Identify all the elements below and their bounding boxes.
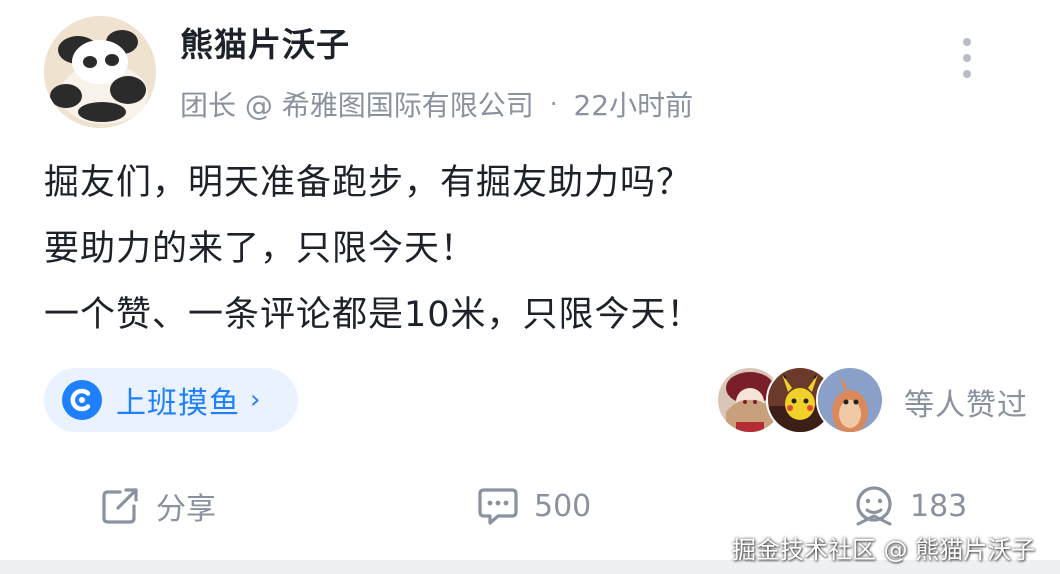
like-button[interactable]: 183 [852,482,967,530]
chevron-right-icon: › [250,385,261,415]
share-label: 分享 [156,492,216,527]
content-line: 掘友们，明天准备跑步，有掘友助力吗？ [44,163,693,203]
content-line: 要助力的来了，只限今天！ [44,229,477,269]
like-count: 183 [910,488,968,524]
author-title: 团长 @ 希雅图国际有限公司 [180,89,534,122]
liker-avatar [816,366,884,434]
author-name[interactable]: 熊猫片沃子 [180,18,350,66]
more-dot [963,70,971,78]
post-content[interactable]: 掘友们，明天准备跑步，有掘友助力吗？ 要助力的来了，只限今天！ 一个赞、一条评论… [44,150,703,348]
like-icon [856,486,892,526]
post-meta: 团长 @ 希雅图国际有限公司 · 22小时前 [180,84,693,124]
share-button[interactable]: 分享 [98,482,216,530]
panda-avatar-image [44,16,156,128]
post-timestamp: 22小时前 [573,89,694,122]
share-icon [102,488,138,524]
comment-count: 500 [534,488,592,524]
comment-button[interactable]: 500 [476,482,591,530]
likes-summary-text[interactable]: 等人赞过 [904,380,1028,424]
circle-tag-button[interactable]: 上班摸鱼 › [44,368,298,432]
content-line: 一个赞、一条评论都是10米，只限今天！ [44,295,703,335]
circle-logo-icon [62,380,102,420]
watermark: 掘金技术社区 @ 熊猫片沃子 [732,536,1036,564]
comment-icon [478,488,518,525]
more-options-icon[interactable] [958,38,976,78]
meta-separator: · [549,90,558,118]
circle-tag-label: 上班摸鱼 [116,386,240,421]
liker-avatars[interactable] [716,366,896,434]
more-dot [963,54,971,62]
author-avatar[interactable] [44,16,156,128]
more-dot [963,38,971,46]
